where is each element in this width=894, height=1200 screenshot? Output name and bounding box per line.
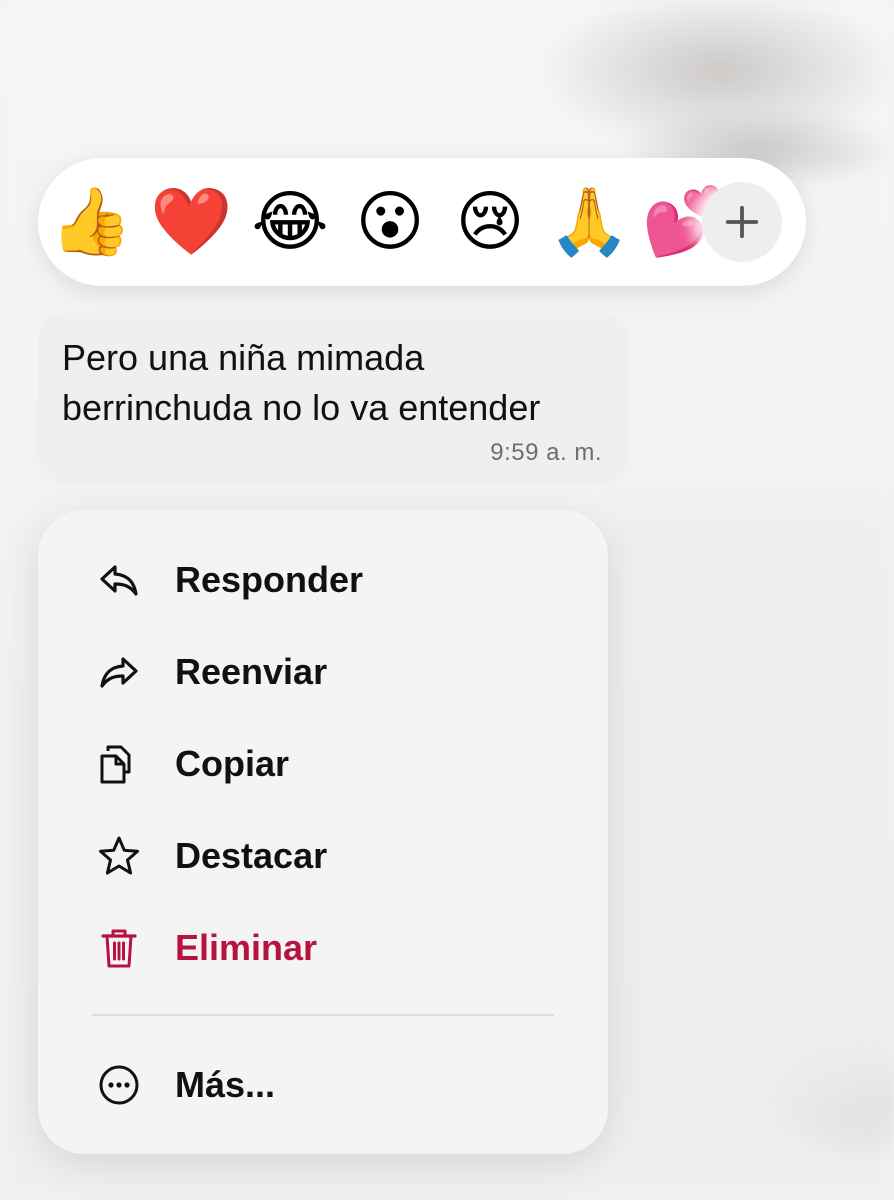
menu-item-label: Reenviar — [175, 651, 328, 692]
menu-item-label: Copiar — [175, 743, 290, 784]
blurred-background-patch — [600, 520, 894, 1120]
menu-item-reply[interactable]: Responder — [38, 545, 608, 615]
menu-item-star[interactable]: Destacar — [38, 821, 608, 891]
menu-item-delete[interactable]: Eliminar — [38, 913, 608, 983]
message-bubble[interactable]: Pero una niña mimada berrinchuda no lo v… — [38, 313, 628, 483]
forward-icon — [96, 649, 142, 695]
context-menu: Responder Reenviar Copiar Destacar Elimi… — [38, 510, 608, 1154]
menu-divider — [92, 1014, 554, 1016]
reaction-pray[interactable]: 🙏 — [548, 182, 630, 262]
more-icon — [96, 1062, 142, 1108]
menu-item-more[interactable]: Más... — [38, 1050, 608, 1120]
menu-item-label: Destacar — [175, 835, 328, 876]
star-icon — [96, 833, 142, 879]
reaction-surprised[interactable]: 😮 — [350, 182, 430, 262]
plus-icon — [725, 205, 759, 239]
more-reactions-button[interactable] — [702, 182, 782, 262]
reaction-laughing[interactable]: 😂 — [250, 182, 330, 262]
trash-icon — [96, 925, 142, 971]
message-timestamp: 9:59 a. m. — [490, 439, 602, 466]
reaction-thumbs-up[interactable]: 👍 — [50, 182, 132, 262]
menu-item-copy[interactable]: Copiar — [38, 729, 608, 799]
copy-icon — [96, 741, 142, 787]
menu-item-forward[interactable]: Reenviar — [38, 637, 608, 707]
menu-item-label: Eliminar — [175, 927, 318, 968]
message-text: Pero una niña mimada berrinchuda no lo v… — [62, 337, 541, 428]
menu-item-label: Responder — [175, 559, 364, 600]
menu-item-label: Más... — [175, 1064, 276, 1105]
reaction-crying[interactable]: 😢 — [450, 182, 530, 262]
reaction-bar: 👍 ❤️ 😂 😮 😢 🙏 💕 — [38, 158, 806, 286]
reaction-heart[interactable]: ❤️ — [150, 182, 232, 262]
reply-icon — [96, 557, 142, 603]
